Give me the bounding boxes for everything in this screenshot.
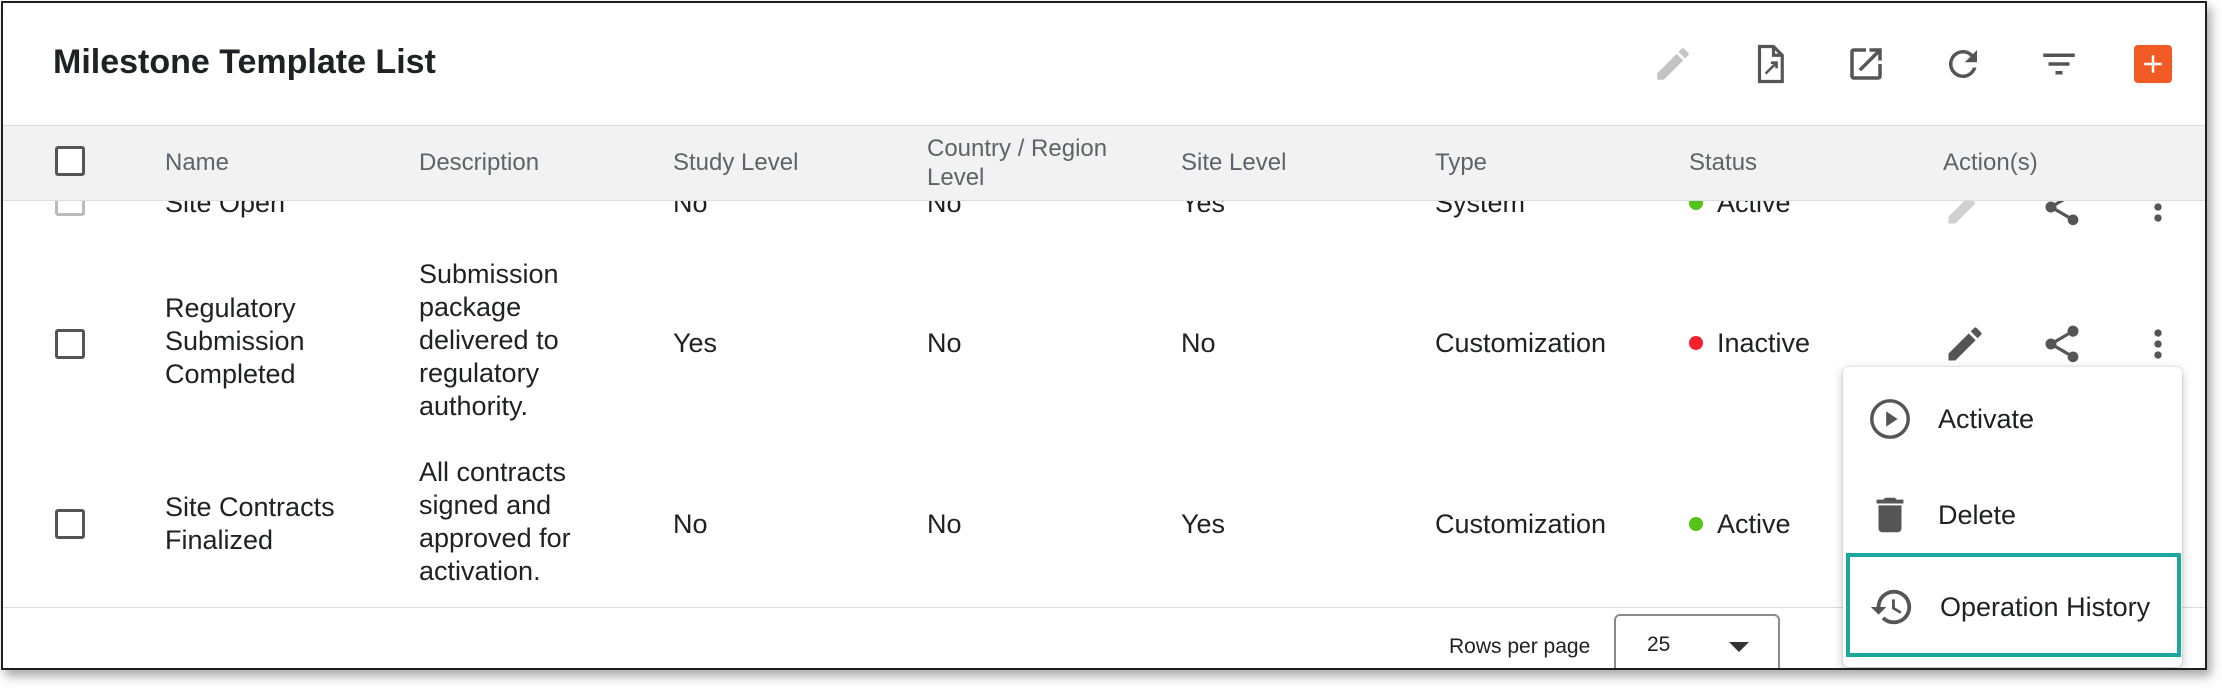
status-dot [1689,516,1703,531]
cell-name-line: Completed [165,359,296,389]
cell-description-line: Submission [419,259,559,289]
status-label: Inactive [1717,328,1811,358]
trash-icon [1867,492,1913,538]
export-file-icon[interactable] [1747,41,1793,87]
page-title: Milestone Template List [53,43,436,81]
row-action-menu: Activate Delete Operation History [1843,367,2182,667]
cell-description-line: signed and [419,490,552,520]
cell-description: Submission package delivered to regulato… [419,258,559,423]
menu-item-label: Operation History [1940,592,2151,622]
cell-status: Active [1689,508,1791,541]
cell-name-line: Site Contracts [165,492,335,522]
app-window: Milestone Template List Site Open No No … [1,1,2207,670]
status-dot [1689,335,1703,350]
cell-description-line: activation. [419,556,541,586]
cell-country-region-level: No [927,328,962,358]
header-study-level[interactable]: Study Level [673,148,798,177]
cell-name: Site Contracts Finalized [165,491,335,557]
cell-name-line: Regulatory [165,293,296,323]
header-country-region-level-line: Level [927,164,985,191]
cell-name-line: Finalized [165,525,274,555]
menu-item-activate[interactable]: Activate [1843,375,2182,463]
refresh-icon[interactable] [1940,41,1986,87]
cell-site-level: Yes [1181,509,1226,539]
header-type[interactable]: Type [1435,148,1487,177]
chevron-down-icon [1729,642,1749,652]
rows-per-page-value: 25 [1647,633,1671,656]
edit-icon[interactable] [1943,322,1987,366]
history-icon [1869,584,1915,630]
cell-study-level: No [673,509,708,539]
row-checkbox[interactable] [55,509,85,539]
header-site-level[interactable]: Site Level [1181,148,1286,177]
cell-description-line: All contracts [419,457,567,487]
pencil-icon[interactable] [1650,41,1696,87]
header-country-region-level[interactable]: Country / Region Level [927,134,1107,192]
cell-description: All contracts signed and approved for ac… [419,456,571,588]
cell-description-line: package [419,292,522,322]
table-header: Name Description Study Level Country / R… [3,125,2205,201]
play-circle-icon [1867,396,1913,442]
header-country-region-level-line: Country / Region [927,135,1108,162]
menu-item-label: Activate [1938,404,2035,434]
cell-country-region-level: No [927,509,962,539]
cell-description-line: delivered to [419,325,559,355]
cell-type: Customization [1435,509,1607,539]
header-status[interactable]: Status [1689,148,1757,177]
rows-per-page-label: Rows per page [1449,635,1591,658]
rows-per-page-select[interactable]: 25 [1614,614,1780,668]
header-actions: Action(s) [1943,149,2038,176]
cell-status: Inactive [1689,327,1810,360]
menu-item-label: Delete [1938,500,2017,530]
add-icon [2144,55,2162,73]
more-vert-icon[interactable] [2136,322,2180,366]
header-name[interactable]: Name [165,148,229,177]
cell-description-line: authority. [419,391,529,421]
cell-type: Customization [1435,328,1607,358]
share-icon[interactable] [2040,322,2084,366]
cell-site-level: No [1181,328,1216,358]
menu-item-operation-history[interactable]: Operation History [1846,553,2181,657]
cell-name: Regulatory Submission Completed [165,292,305,391]
status-label: Active [1717,509,1791,539]
select-all-checkbox[interactable] [55,146,85,176]
cell-study-level: Yes [673,328,718,358]
cell-name-line: Submission [165,326,305,356]
cell-description-line: regulatory [419,358,540,388]
row-checkbox[interactable] [55,329,85,359]
header-description[interactable]: Description [419,148,539,177]
add-button[interactable] [2134,45,2172,83]
cell-description-line: approved for [419,523,571,553]
menu-item-delete[interactable]: Delete [1843,471,2182,559]
filter-icon[interactable] [2036,41,2082,87]
open-external-icon[interactable] [1843,41,1889,87]
